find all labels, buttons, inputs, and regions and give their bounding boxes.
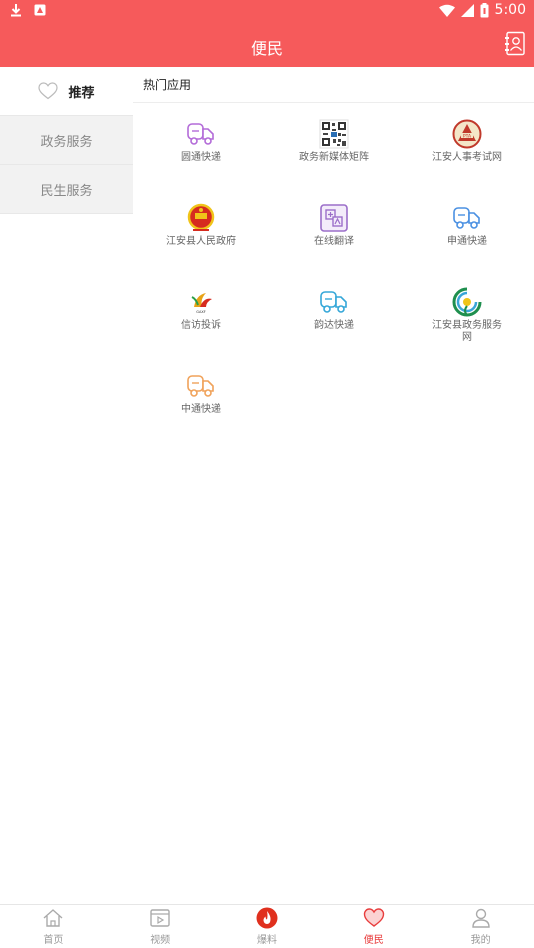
tab-home[interactable]: 首页 <box>0 905 107 948</box>
category-government-services[interactable]: 政务服务 <box>0 116 133 165</box>
government-service-logo-icon <box>452 287 482 317</box>
app-label: 江安县人民政府 <box>166 236 236 247</box>
notification-icon <box>34 4 46 16</box>
tab-profile[interactable]: 我的 <box>427 905 534 948</box>
qr-code-icon <box>319 119 349 149</box>
app-yunda-express[interactable]: 韵达快递 <box>274 287 394 332</box>
contact-book-icon <box>505 31 525 56</box>
status-right: 5:00 <box>438 2 526 18</box>
page-title: 便民 <box>250 39 283 58</box>
section-title: 热门应用 <box>133 67 534 103</box>
tab-label: 我的 <box>470 935 491 946</box>
app-label: 政务新媒体矩阵 <box>299 152 369 163</box>
tab-label: 便民 <box>363 935 384 946</box>
app-online-translation[interactable]: 在线翻译 <box>274 203 394 248</box>
status-left <box>10 3 46 17</box>
app-government-media-matrix[interactable]: 政务新媒体矩阵 <box>274 119 394 164</box>
category-label: 民生服务 <box>40 183 93 199</box>
person-icon <box>471 908 490 928</box>
category-livelihood-services[interactable]: 民生服务 <box>0 165 133 214</box>
svg-text:GAXF: GAXF <box>196 310 206 314</box>
app-label: 江安人事考试网 <box>432 152 502 163</box>
app-label: 中通快递 <box>181 404 221 415</box>
battery-icon <box>480 2 489 18</box>
app-header: 便民 <box>0 24 534 67</box>
truck-icon <box>187 123 214 145</box>
home-icon <box>43 909 63 927</box>
app-label: 申通快递 <box>447 236 487 247</box>
tab-label: 首页 <box>43 935 64 946</box>
category-label: 推荐 <box>68 85 95 101</box>
category-label: 政务服务 <box>40 134 93 150</box>
category-sidebar: 推荐 政务服务 民生服务 <box>0 67 133 214</box>
download-icon <box>10 3 22 17</box>
video-icon <box>150 909 170 927</box>
app-label: 在线翻译 <box>314 236 354 247</box>
heart-icon <box>363 908 384 927</box>
app-jiangan-personnel-exam[interactable]: PTA 江安人事考试网 <box>407 119 527 164</box>
wifi-icon <box>438 4 455 17</box>
app-sto-express[interactable]: 申通快递 <box>407 203 527 248</box>
app-jiangan-county-government[interactable]: 江安县人民政府 <box>141 203 261 248</box>
app-label: 信访投诉 <box>181 320 221 331</box>
heart-icon <box>38 82 59 100</box>
content-area: 热门应用 圆通快递 政务新媒体矩阵 PTA 江安人事考试网 江安县人民政府 在线… <box>133 67 534 904</box>
tab-label: 视频 <box>150 935 171 946</box>
signal-icon <box>460 3 474 17</box>
petition-logo-icon: GAXF <box>191 293 212 314</box>
app-zto-express[interactable]: 中通快递 <box>141 371 261 416</box>
fire-icon <box>256 907 278 929</box>
translate-icon <box>320 204 348 232</box>
app-petition-complaint[interactable]: GAXF 信访投诉 <box>141 287 261 332</box>
bottom-tab-bar: 首页 视频 爆料 便民 我的 <box>0 904 534 948</box>
tab-video[interactable]: 视频 <box>107 905 214 948</box>
status-bar: 5:00 <box>0 0 534 24</box>
truck-icon <box>320 291 347 313</box>
app-jiangan-government-service-net[interactable]: 江安县政务服务网 <box>407 287 527 344</box>
truck-icon <box>453 207 480 229</box>
status-time: 5:00 <box>494 2 526 18</box>
category-recommended[interactable]: 推荐 <box>0 67 133 116</box>
app-yto-express[interactable]: 圆通快递 <box>141 119 261 164</box>
tab-report-tips[interactable]: 爆料 <box>214 905 321 948</box>
national-emblem-icon <box>187 203 215 231</box>
app-label: 圆通快递 <box>181 152 221 163</box>
tab-convenience[interactable]: 便民 <box>320 905 427 948</box>
tab-label: 爆料 <box>256 935 277 946</box>
truck-icon <box>187 375 214 397</box>
contacts-button[interactable] <box>504 31 526 57</box>
app-label: 江安县政务服务网 <box>432 320 502 343</box>
svg-text:PTA: PTA <box>463 133 472 139</box>
exam-emblem-icon: PTA <box>452 119 482 149</box>
app-label: 韵达快递 <box>314 320 354 331</box>
